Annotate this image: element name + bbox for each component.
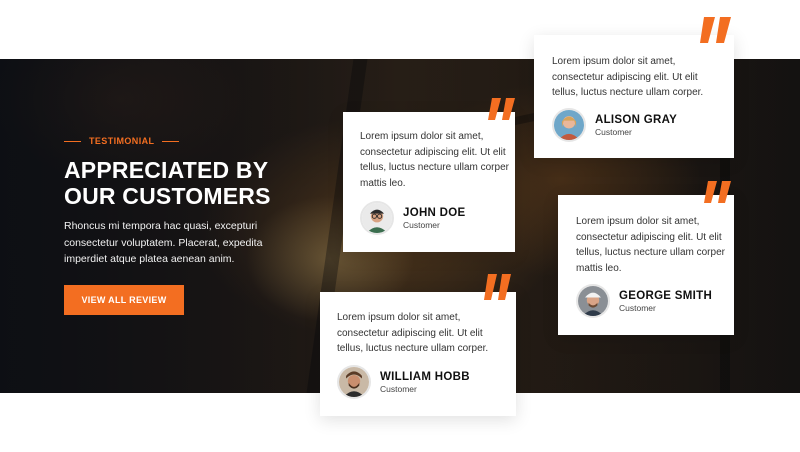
- eyebrow-line-right: [162, 140, 180, 142]
- section-title-line-2: OUR CUSTOMERS: [64, 183, 271, 209]
- testimonial-author: GEORGE SMITH Customer: [576, 284, 712, 318]
- view-all-review-button[interactable]: VIEW ALL REVIEW: [64, 285, 184, 315]
- testimonial-text: Lorem ipsum dolor sit amet, consectetur …: [552, 56, 704, 98]
- author-name: JOHN DOE: [403, 206, 466, 219]
- testimonial-author: WILLIAM HOBB Customer: [337, 365, 470, 399]
- author-name: ALISON GRAY: [595, 113, 678, 126]
- quote-icon: [704, 181, 731, 203]
- avatar: [552, 108, 586, 142]
- author-name: WILLIAM HOBB: [380, 370, 470, 383]
- testimonial-author: ALISON GRAY Customer: [552, 108, 677, 142]
- testimonial-text: Lorem ipsum dolor sit amet, consectetur …: [360, 131, 509, 189]
- testimonial-card-john-doe: Lorem ipsum dolor sit amet, consectetur …: [343, 98, 515, 252]
- author-role: Customer: [619, 302, 656, 313]
- quote-icon: [488, 98, 515, 120]
- section-description: Rhoncus mi tempora hac quasi, excepturi …: [64, 220, 263, 265]
- eyebrow-label: TESTIMONIAL: [89, 136, 155, 146]
- testimonial-text: Lorem ipsum dolor sit amet, consectetur …: [576, 216, 725, 274]
- avatar: [337, 365, 371, 399]
- section-title-line-1: APPRECIATED BY: [64, 157, 269, 183]
- testimonial-card-george-smith: Lorem ipsum dolor sit amet, consectetur …: [558, 181, 734, 335]
- section-eyebrow: TESTIMONIAL: [64, 136, 180, 146]
- testimonial-card-alison-gray: Lorem ipsum dolor sit amet, consectetur …: [534, 17, 734, 158]
- section-title: APPRECIATED BY OUR CUSTOMERS: [64, 157, 324, 209]
- author-role: Customer: [403, 219, 440, 230]
- eyebrow-line-left: [64, 140, 81, 142]
- author-role: Customer: [595, 126, 632, 137]
- author-name: GEORGE SMITH: [619, 289, 713, 302]
- testimonial-card-william-hobb: Lorem ipsum dolor sit amet, consectetur …: [320, 274, 516, 416]
- testimonial-author: JOHN DOE Customer: [360, 201, 465, 235]
- avatar: [576, 284, 610, 318]
- author-role: Customer: [380, 383, 417, 394]
- quote-icon: [484, 274, 511, 300]
- quote-icon: [700, 17, 731, 43]
- testimonial-text: Lorem ipsum dolor sit amet, consectetur …: [337, 312, 489, 354]
- avatar: [360, 201, 394, 235]
